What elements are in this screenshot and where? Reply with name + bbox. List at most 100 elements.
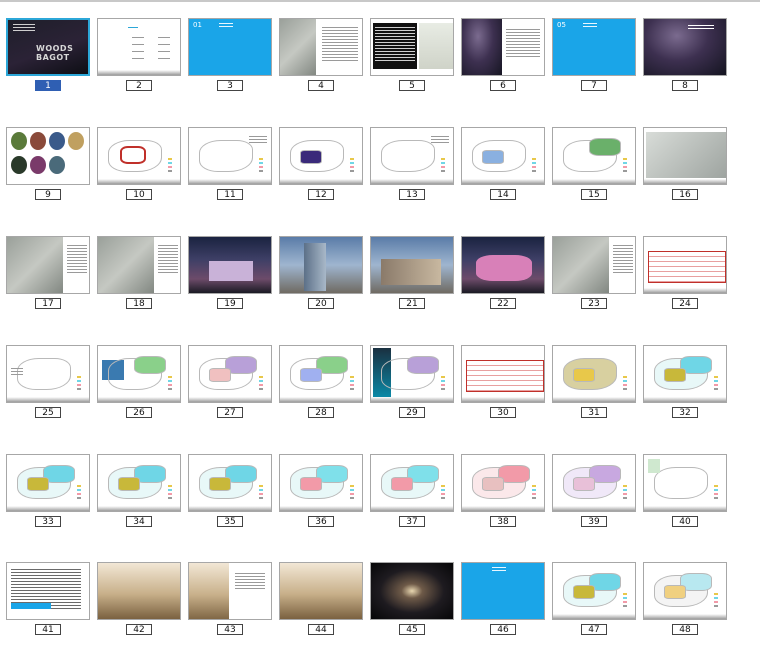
slide-thumbnail[interactable]	[279, 18, 363, 76]
slide-thumbnail[interactable]	[552, 562, 636, 620]
slide-thumbnail[interactable]	[643, 236, 727, 294]
slide-item[interactable]: 21	[370, 236, 454, 320]
slide-item[interactable]: 46	[461, 562, 545, 646]
slide-item[interactable]: 11	[188, 127, 272, 211]
slide-item[interactable]: 29	[370, 345, 454, 429]
slide-thumbnail[interactable]	[370, 127, 454, 185]
slide-number-label: 42	[126, 624, 152, 635]
slide-item[interactable]: WOODS BAGOT 1	[6, 18, 90, 102]
slide-thumbnail[interactable]	[97, 236, 181, 294]
slide-item[interactable]: 44	[279, 562, 363, 646]
slide-item[interactable]: 23	[552, 236, 636, 320]
slide-thumbnail[interactable]	[643, 18, 727, 76]
slide-thumbnail[interactable]	[643, 562, 727, 620]
slide-thumbnail[interactable]	[370, 562, 454, 620]
slide-item[interactable]: 15	[552, 127, 636, 211]
slide-item[interactable]: 14	[461, 127, 545, 211]
slide-item[interactable]: 42	[97, 562, 181, 646]
slide-thumbnail[interactable]	[552, 454, 636, 512]
slide-thumbnail[interactable]	[370, 345, 454, 403]
slide-item[interactable]: 05 7	[552, 18, 636, 102]
slide-item[interactable]: 35	[188, 454, 272, 538]
slide-thumbnail[interactable]	[6, 454, 90, 512]
slide-thumbnail[interactable]	[97, 18, 181, 76]
slide-thumbnail[interactable]	[461, 345, 545, 403]
slide-item[interactable]: 22	[461, 236, 545, 320]
slide-item[interactable]: 47	[552, 562, 636, 646]
slide-item[interactable]: 39	[552, 454, 636, 538]
slide-thumbnail[interactable]	[279, 236, 363, 294]
slide-item[interactable]: 10	[97, 127, 181, 211]
slide-thumbnail[interactable]	[97, 454, 181, 512]
slide-item[interactable]: 30	[461, 345, 545, 429]
slide-item[interactable]: 17	[6, 236, 90, 320]
slide-thumbnail[interactable]: 05	[552, 18, 636, 76]
slide-thumbnail[interactable]	[279, 127, 363, 185]
slide-item[interactable]: 01 3	[188, 18, 272, 102]
slide-item[interactable]: 13	[370, 127, 454, 211]
slide-item[interactable]: 4	[279, 18, 363, 102]
slide-thumbnail[interactable]	[370, 18, 454, 76]
slide-thumbnail[interactable]	[370, 454, 454, 512]
slide-thumbnail[interactable]	[552, 236, 636, 294]
slide-thumbnail[interactable]	[188, 236, 272, 294]
slide-item[interactable]: 6	[461, 18, 545, 102]
slide-thumbnail[interactable]	[6, 345, 90, 403]
slide-thumbnail[interactable]	[97, 127, 181, 185]
slide-item[interactable]: 41	[6, 562, 90, 646]
slide-item[interactable]: 37	[370, 454, 454, 538]
slide-thumbnail[interactable]	[461, 236, 545, 294]
slide-thumbnail[interactable]	[461, 562, 545, 620]
slide-item[interactable]: 45	[370, 562, 454, 646]
slide-thumbnail[interactable]	[461, 18, 545, 76]
slide-item[interactable]: 28	[279, 345, 363, 429]
slide-item[interactable]: 19	[188, 236, 272, 320]
slide-thumbnail[interactable]: WOODS BAGOT	[6, 18, 90, 76]
slide-item[interactable]: 8	[643, 18, 727, 102]
slide-item[interactable]: 25	[6, 345, 90, 429]
slide-thumbnail[interactable]	[6, 236, 90, 294]
slide-thumbnail[interactable]: 01	[188, 18, 272, 76]
slide-thumbnail[interactable]	[552, 345, 636, 403]
legend-swatch	[623, 605, 627, 607]
slide-item[interactable]: 32	[643, 345, 727, 429]
slide-thumbnail[interactable]	[279, 562, 363, 620]
slide-thumbnail[interactable]	[97, 345, 181, 403]
slide-thumbnail[interactable]	[6, 562, 90, 620]
slide-thumbnail[interactable]	[279, 454, 363, 512]
slide-item[interactable]: 27	[188, 345, 272, 429]
slide-item[interactable]: 31	[552, 345, 636, 429]
slide-item[interactable]: 43	[188, 562, 272, 646]
slide-thumbnail[interactable]	[6, 127, 90, 185]
slide-item[interactable]: 48	[643, 562, 727, 646]
slide-thumbnail[interactable]	[643, 454, 727, 512]
slide-thumbnail[interactable]	[643, 127, 727, 185]
slide-item[interactable]: 38	[461, 454, 545, 538]
slide-thumbnail[interactable]	[643, 345, 727, 403]
slide-thumbnail[interactable]	[188, 345, 272, 403]
slide-thumbnail[interactable]	[188, 454, 272, 512]
slide-item[interactable]: 2	[97, 18, 181, 102]
slide-item[interactable]: 34	[97, 454, 181, 538]
slide-item[interactable]: 12	[279, 127, 363, 211]
slide-thumbnail[interactable]	[552, 127, 636, 185]
slide-item[interactable]: 9	[6, 127, 90, 211]
slide-item[interactable]: 5	[370, 18, 454, 102]
slide-item[interactable]: 33	[6, 454, 90, 538]
slide-item[interactable]: 24	[643, 236, 727, 320]
slide-item[interactable]: 26	[97, 345, 181, 429]
slide-item[interactable]: 40	[643, 454, 727, 538]
slide-thumbnail[interactable]	[188, 127, 272, 185]
slide-thumbnail[interactable]	[188, 562, 272, 620]
slide-item[interactable]: 36	[279, 454, 363, 538]
slide-thumbnail[interactable]	[97, 562, 181, 620]
slide-number-label: 27	[217, 407, 243, 418]
slide-thumbnail[interactable]	[461, 454, 545, 512]
slide-item[interactable]: 18	[97, 236, 181, 320]
slide-item[interactable]: 16	[643, 127, 727, 211]
slide-thumbnail[interactable]	[461, 127, 545, 185]
slide-thumbnail[interactable]	[370, 236, 454, 294]
slide-item[interactable]: 20	[279, 236, 363, 320]
slide-thumbnail[interactable]	[279, 345, 363, 403]
legend-swatch	[441, 166, 445, 168]
